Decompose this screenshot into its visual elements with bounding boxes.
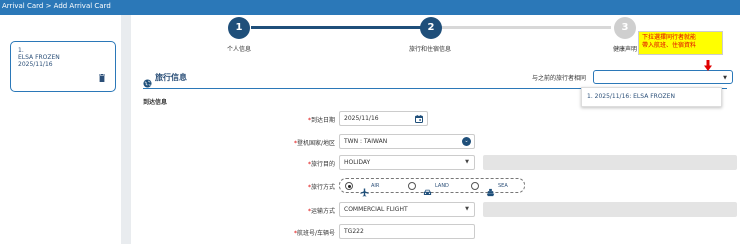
page-title: Arrival Card > Add Arrival Card <box>2 2 111 10</box>
stepper-line-2 <box>441 26 611 29</box>
stepper-line-1 <box>251 26 431 29</box>
transport-label: *运输方式 <box>307 208 335 215</box>
callout-line-2: 帶入航班、住宿資料 <box>642 42 697 49</box>
copy-traveler-dropdown: 1. 2025/11/16: ELSA FROZEN <box>581 87 722 107</box>
copy-traveler-label: 与之前的旅行者相同 <box>532 75 587 82</box>
calendar-icon[interactable] <box>415 115 423 124</box>
purpose-label: *旅行目的 <box>307 161 335 168</box>
travel-mode-land-radio[interactable] <box>408 182 416 190</box>
travel-mode-row: *旅行方式 AIR LAND SEA <box>131 178 740 197</box>
travel-mode-land-label: LAND <box>435 183 449 189</box>
arrival-date-row: *到达日期 2025/11/16 <box>131 111 740 127</box>
boarding-country-label: *登机国家/地区 <box>293 140 335 147</box>
purpose-select[interactable]: HOLIDAY ▼ <box>339 155 475 170</box>
caret-down-icon: ▼ <box>723 75 727 81</box>
travel-mode-air-radio[interactable] <box>345 182 353 190</box>
traveler-card[interactable]: 1. ELSA FROZEN 2025/11/16 <box>10 41 116 92</box>
step-1-label: 个人信息 <box>227 46 252 53</box>
caret-down-icon: ▼ <box>465 206 469 212</box>
dropdown-option[interactable]: 1. 2025/11/16: ELSA FROZEN <box>587 88 721 106</box>
traveler-panel: 1. ELSA FROZEN 2025/11/16 <box>0 15 121 244</box>
step-1-circle[interactable]: 1 <box>228 17 250 39</box>
chevron-down-icon: ⌄ <box>462 137 471 146</box>
airplane-icon <box>360 182 369 197</box>
travel-mode-air-label: AIR <box>371 183 380 189</box>
traveler-date: 2025/11/16 <box>18 61 53 68</box>
boarding-country-row: *登机国家/地区 TWN : TAIWAN ⌄ <box>131 134 740 150</box>
step-3-label: 健康声明 <box>613 46 638 53</box>
travel-mode-label: *旅行方式 <box>307 184 335 191</box>
arrival-date-input[interactable]: 2025/11/16 <box>339 111 428 126</box>
callout-line-1: 下拉選擇同行者就能 <box>642 34 697 41</box>
transport-other-input <box>483 202 737 217</box>
step-2-label: 旅行和住宿信息 <box>409 46 452 53</box>
caret-down-icon: ▼ <box>465 159 469 165</box>
step-3-circle[interactable]: 3 <box>614 17 636 39</box>
annotation-callout: 下拉選擇同行者就能 帶入航班、住宿資料 <box>638 31 723 55</box>
travel-mode-sea-radio[interactable] <box>471 182 479 190</box>
purpose-row: *旅行目的 HOLIDAY ▼ <box>131 155 740 171</box>
traveler-index: 1. <box>18 47 24 54</box>
arrow-down-icon <box>704 56 712 71</box>
purpose-other-input <box>483 155 737 170</box>
flight-number-input[interactable]: TG222 <box>339 224 475 239</box>
flight-number-row: *航班号/车辆号 TG222 <box>131 224 740 240</box>
page-header: Arrival Card > Add Arrival Card <box>0 0 740 12</box>
arrival-date-label: *到达日期 <box>307 117 335 124</box>
arrival-info-subheading: 到达信息 <box>143 99 168 106</box>
car-icon <box>423 182 432 196</box>
traveler-name: ELSA FROZEN <box>18 54 60 61</box>
copy-traveler-select[interactable]: ▼ <box>593 70 733 84</box>
trash-icon[interactable] <box>99 74 105 82</box>
boarding-country-select[interactable]: TWN : TAIWAN ⌄ <box>339 134 475 149</box>
travel-mode-radio-group: AIR LAND SEA <box>339 178 525 197</box>
globe-icon <box>143 73 152 88</box>
transport-row: *运输方式 COMMERCIAL FLIGHT ▼ <box>131 202 740 218</box>
travel-mode-sea-label: SEA <box>498 183 508 189</box>
ship-icon <box>486 182 495 197</box>
section-title: 旅行信息 <box>155 73 187 82</box>
transport-select[interactable]: COMMERCIAL FLIGHT ▼ <box>339 202 475 217</box>
flight-number-label: *航班号/车辆号 <box>293 230 335 237</box>
step-2-circle[interactable]: 2 <box>420 17 442 39</box>
